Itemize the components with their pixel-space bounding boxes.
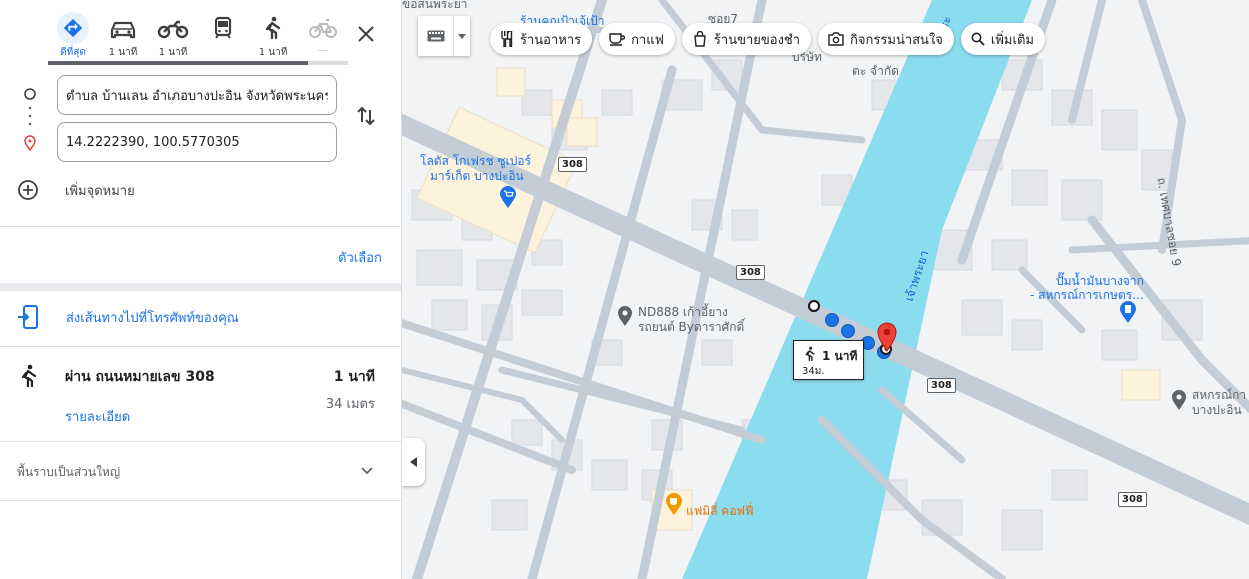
chip-things-to-do-label: กิจกรรมน่าสนใจ bbox=[850, 32, 943, 48]
keyboard-icon bbox=[418, 16, 454, 56]
route-title: ผ่าน ถนนหมายเลข 308 bbox=[65, 369, 215, 385]
grocery-icon bbox=[694, 31, 706, 47]
restaurant-icon bbox=[501, 31, 513, 47]
add-destination-label: เพิ่มจุดหมาย bbox=[65, 183, 135, 199]
shopping-cart-pin-icon[interactable] bbox=[498, 185, 518, 209]
add-destination-button[interactable]: เพิ่มจุดหมาย bbox=[17, 176, 135, 204]
divider bbox=[0, 500, 401, 501]
transit-icon bbox=[214, 16, 232, 39]
tab-walk-label: 1 นาที bbox=[258, 47, 288, 58]
send-to-phone-label: ส่งเส้นทางไปที่โทรศัพท์ของคุณ bbox=[66, 310, 239, 326]
category-chips: ร้านอาหาร กาแฟ ร้านขายของชำ กิจกรรมน่าสน… bbox=[490, 23, 1052, 55]
tab-car-label: 1 นาที bbox=[108, 47, 138, 58]
walk-info-box[interactable]: 1 นาที 34ม. bbox=[793, 340, 864, 380]
terrain-expander[interactable]: พื้นราบเป็นส่วนใหญ่ bbox=[0, 442, 401, 500]
modes-scrollbar-thumb[interactable] bbox=[48, 61, 308, 65]
divider bbox=[0, 226, 401, 227]
place-pin-icon[interactable] bbox=[616, 305, 634, 327]
car-icon bbox=[110, 21, 136, 39]
swap-vertical-icon bbox=[357, 106, 375, 126]
terrain-label: พื้นราบเป็นส่วนใหญ่ bbox=[17, 465, 121, 479]
search-icon bbox=[971, 32, 985, 46]
road-shield-308: 308 bbox=[927, 378, 956, 393]
tab-bicycle[interactable]: — bbox=[298, 10, 348, 66]
chip-coffee[interactable]: กาแฟ bbox=[599, 23, 675, 55]
coffee-icon bbox=[609, 33, 626, 46]
tab-best-label: ดีที่สุด bbox=[60, 47, 86, 58]
tab-motorcycle-label: 1 นาที bbox=[158, 47, 188, 58]
keyboard-toggle-button[interactable] bbox=[418, 16, 470, 56]
walk-icon bbox=[805, 346, 815, 362]
modes-scrollbar[interactable] bbox=[48, 61, 348, 65]
road-shield-308: 308 bbox=[1118, 492, 1147, 507]
road-shield-308: 308 bbox=[736, 265, 765, 280]
chip-restaurants[interactable]: ร้านอาหาร bbox=[490, 23, 593, 55]
walk-box-distance: 34ม. bbox=[802, 366, 825, 377]
close-directions-button[interactable] bbox=[352, 20, 380, 48]
bicycle-icon bbox=[309, 19, 337, 38]
tab-motorcycle[interactable]: 1 นาที bbox=[148, 10, 198, 66]
swap-directions-button[interactable] bbox=[354, 104, 378, 128]
place-pin-icon[interactable] bbox=[1170, 389, 1188, 411]
gas-station-pin-icon[interactable] bbox=[1118, 300, 1138, 324]
tab-bicycle-label: — bbox=[318, 45, 328, 56]
waypoint-connector-icon bbox=[24, 88, 36, 152]
route-distance: 34 เมตร bbox=[325, 397, 375, 412]
walk-box-time: 1 นาที bbox=[822, 349, 858, 363]
send-to-phone-button[interactable]: ส่งเส้นทางไปที่โทรศัพท์ของคุณ bbox=[17, 305, 239, 329]
chip-grocery-label: ร้านขายของชำ bbox=[713, 32, 801, 48]
chip-more[interactable]: เพิ่มเติม bbox=[960, 23, 1045, 55]
tab-walk[interactable]: 1 นาที bbox=[248, 10, 298, 66]
caret-down-icon bbox=[454, 33, 470, 39]
tab-transit[interactable] bbox=[198, 10, 248, 66]
walk-icon bbox=[265, 16, 281, 40]
camera-icon bbox=[828, 32, 844, 46]
caret-left-icon bbox=[410, 457, 417, 467]
coffee-pin-icon[interactable] bbox=[664, 492, 684, 516]
chip-more-label: เพิ่มเติม bbox=[990, 32, 1034, 48]
chip-things-to-do[interactable]: กิจกรรมน่าสนใจ bbox=[818, 23, 954, 55]
motorcycle-icon bbox=[157, 20, 189, 39]
section-separator bbox=[0, 283, 401, 291]
tab-best[interactable]: ดีที่สุด bbox=[48, 10, 98, 66]
tab-car[interactable]: 1 นาที bbox=[98, 10, 148, 66]
origin-input[interactable] bbox=[57, 75, 337, 115]
destination-pin-icon[interactable] bbox=[875, 322, 899, 352]
close-icon bbox=[358, 26, 374, 42]
directions-panel: ดีที่สุด 1 นาที 1 นาที 1 นาที — ตำบล บ้า… bbox=[0, 0, 402, 579]
walk-icon bbox=[21, 364, 37, 388]
options-link[interactable]: ตัวเลือก bbox=[338, 247, 382, 268]
route-time: 1 นาที bbox=[333, 369, 375, 385]
send-to-phone-icon bbox=[18, 305, 38, 329]
chevron-down-icon bbox=[361, 467, 373, 475]
divider bbox=[0, 346, 401, 347]
directions-icon bbox=[57, 12, 89, 44]
add-circle-icon bbox=[18, 180, 38, 200]
destination-input[interactable] bbox=[57, 122, 337, 162]
road-shield-308: 308 bbox=[558, 157, 587, 172]
travel-mode-tabs: ดีที่สุด 1 นาที 1 นาที 1 นาที — bbox=[48, 10, 348, 66]
collapse-panel-button[interactable] bbox=[402, 438, 425, 486]
map-canvas[interactable]: ขอสนพระยา ร้านคุณป้าเจ้เป้า ซอย7 บริษัท … bbox=[402, 0, 1249, 579]
chip-coffee-label: กาแฟ bbox=[631, 32, 664, 48]
route-details-link[interactable]: รายละเอียด bbox=[65, 406, 130, 427]
chip-restaurants-label: ร้านอาหาร bbox=[520, 32, 582, 48]
chip-grocery[interactable]: ร้านขายของชำ bbox=[681, 23, 812, 55]
